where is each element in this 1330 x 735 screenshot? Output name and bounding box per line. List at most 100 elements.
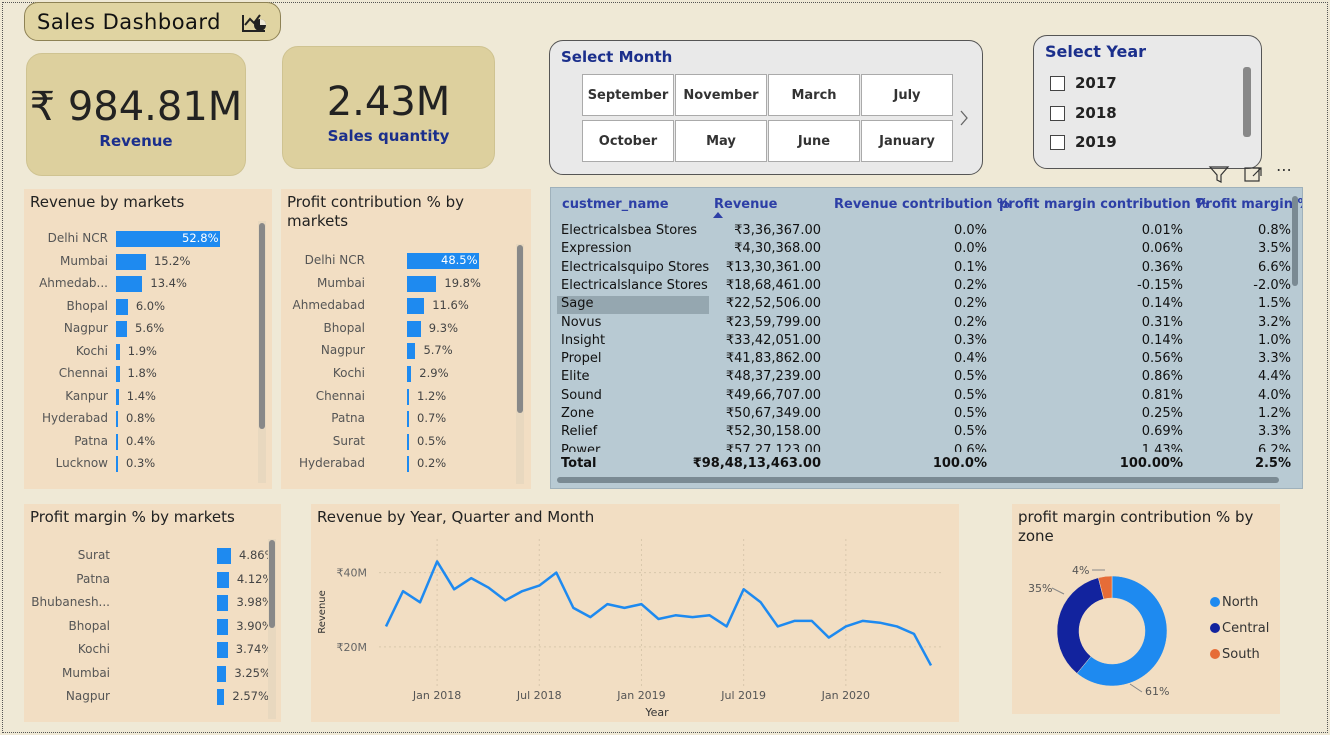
month-button[interactable]: May bbox=[675, 120, 767, 162]
bar[interactable] bbox=[116, 298, 128, 315]
table-row[interactable]: Sage ₹22,52,506.00 0.2% 0.14% 1.5% bbox=[551, 296, 1301, 315]
bar[interactable] bbox=[116, 276, 143, 292]
bar-row[interactable]: Bhopal 6.0% bbox=[24, 298, 264, 317]
checkbox[interactable] bbox=[1050, 105, 1065, 121]
month-button[interactable]: July bbox=[861, 74, 953, 116]
bar[interactable] bbox=[407, 433, 409, 450]
month-button[interactable]: June bbox=[768, 120, 860, 162]
checkbox[interactable] bbox=[1050, 75, 1065, 91]
bar-row[interactable]: Hyderabad 0.2% bbox=[281, 456, 521, 474]
bar[interactable] bbox=[407, 388, 409, 405]
donut-slice[interactable] bbox=[1056, 577, 1105, 674]
bar-row[interactable]: Bhopal 3.90% bbox=[24, 618, 273, 637]
bar[interactable] bbox=[116, 456, 118, 472]
column-header[interactable]: custmer_name bbox=[562, 197, 669, 212]
month-button[interactable]: March bbox=[768, 74, 860, 116]
month-button[interactable]: September bbox=[582, 74, 674, 116]
bar[interactable] bbox=[217, 689, 225, 705]
bar-row[interactable]: Chennai 1.8% bbox=[24, 366, 264, 384]
bar-row[interactable]: Chennai 1.2% bbox=[281, 388, 521, 407]
bar-row[interactable]: Ahmedabad 11.6% bbox=[281, 298, 521, 316]
column-header[interactable]: Profit margin % bbox=[1196, 197, 1302, 212]
bar[interactable] bbox=[407, 320, 421, 337]
year-option[interactable]: 2018 bbox=[1050, 104, 1117, 122]
bar[interactable] bbox=[217, 618, 229, 635]
table-row[interactable]: Novus ₹23,59,799.00 0.2% 0.31% 3.2% bbox=[551, 315, 1301, 333]
bar[interactable] bbox=[217, 595, 229, 611]
bar-row[interactable]: Lucknow 0.3% bbox=[24, 456, 264, 474]
bar-row[interactable]: Delhi NCR 48.5% bbox=[281, 253, 521, 271]
month-button[interactable]: October bbox=[582, 120, 674, 162]
table-row[interactable]: Sound ₹49,66,707.00 0.5% 0.81% 4.0% bbox=[551, 388, 1301, 406]
legend-label[interactable]: North bbox=[1222, 595, 1258, 610]
table-row[interactable]: Expression ₹4,30,368.00 0.0% 0.06% 3.5% bbox=[551, 241, 1301, 259]
bar[interactable] bbox=[116, 343, 120, 360]
legend-marker[interactable] bbox=[1210, 649, 1220, 659]
bar[interactable] bbox=[217, 665, 227, 682]
bar-row[interactable]: Mumbai 19.8% bbox=[281, 275, 521, 294]
focus-mode-icon[interactable] bbox=[1241, 163, 1265, 185]
table-horizontal-scrollbar[interactable] bbox=[557, 477, 1279, 483]
bar[interactable] bbox=[407, 456, 409, 473]
table-row[interactable]: Relief ₹52,30,158.00 0.5% 0.69% 3.3% bbox=[551, 424, 1301, 442]
bar[interactable] bbox=[116, 411, 118, 427]
month-button[interactable]: November bbox=[675, 74, 767, 116]
scrollbar[interactable] bbox=[517, 245, 523, 413]
bar-row[interactable]: Surat 4.86% bbox=[24, 548, 276, 566]
year-option[interactable]: 2019 bbox=[1050, 133, 1117, 151]
column-header[interactable]: profit margin contribution % bbox=[999, 197, 1208, 212]
table-row[interactable]: Electricalsquipo Stores ₹13,30,361.00 0.1%… bbox=[551, 260, 1301, 278]
bar-row[interactable]: Mumbai 15.2% bbox=[24, 253, 264, 272]
legend-label[interactable]: Central bbox=[1222, 621, 1269, 636]
bar-row[interactable]: Hyderabad 0.8% bbox=[24, 411, 264, 429]
bar[interactable] bbox=[116, 388, 119, 405]
bar-row[interactable]: Nagpur 2.57% bbox=[24, 689, 269, 707]
bar[interactable] bbox=[217, 642, 228, 658]
bar-row[interactable]: Kochi 3.74% bbox=[24, 642, 272, 660]
bar-row[interactable]: Patna 4.12% bbox=[24, 571, 273, 590]
bar-row[interactable]: Nagpur 5.6% bbox=[24, 321, 264, 339]
bar[interactable] bbox=[407, 298, 425, 315]
bar-row[interactable]: Ahmedab... 13.4% bbox=[24, 276, 264, 294]
bar[interactable] bbox=[217, 548, 231, 564]
legend-marker[interactable] bbox=[1210, 597, 1220, 607]
table-row[interactable]: Elite ₹48,37,239.00 0.5% 0.86% 4.4% bbox=[551, 369, 1301, 387]
bar[interactable] bbox=[116, 253, 146, 270]
bar-row[interactable]: Delhi NCR 52.8% bbox=[24, 231, 264, 249]
table-row[interactable]: Electricalslance Stores ₹18,68,461.00 0.2%… bbox=[551, 278, 1301, 296]
chevron-right-icon[interactable] bbox=[959, 109, 969, 127]
bar-row[interactable]: Mumbai 3.25% bbox=[24, 665, 271, 684]
revenue-line[interactable] bbox=[384, 560, 933, 667]
column-header[interactable]: Revenue contribution % bbox=[834, 197, 1010, 212]
bar[interactable] bbox=[116, 433, 118, 450]
year-option[interactable]: 2017 bbox=[1050, 74, 1117, 92]
more-options-icon[interactable]: ⋯ bbox=[1276, 160, 1293, 179]
table-row[interactable]: Insight ₹33,42,051.00 0.3% 0.14% 1.0% bbox=[551, 333, 1301, 351]
bar[interactable] bbox=[407, 411, 409, 428]
checkbox[interactable] bbox=[1050, 134, 1065, 150]
bar[interactable] bbox=[407, 275, 437, 292]
table-row[interactable]: Propel ₹41,83,862.00 0.4% 0.56% 3.3% bbox=[551, 351, 1301, 369]
bar[interactable] bbox=[116, 366, 120, 382]
bar[interactable] bbox=[116, 321, 128, 337]
table-row[interactable]: Electricalsbea Stores ₹3,36,367.00 0.0% 0.0… bbox=[551, 223, 1301, 241]
bar-row[interactable]: Bhopal 9.3% bbox=[281, 320, 521, 339]
filter-icon[interactable] bbox=[1207, 163, 1231, 185]
table-vertical-scrollbar[interactable] bbox=[1292, 196, 1298, 286]
bar[interactable] bbox=[217, 571, 229, 588]
bar-row[interactable]: Kanpur 1.4% bbox=[24, 388, 264, 407]
scrollbar[interactable] bbox=[269, 540, 275, 628]
sort-ascending-icon[interactable] bbox=[713, 212, 723, 218]
legend-label[interactable]: South bbox=[1222, 647, 1260, 662]
column-header[interactable]: Revenue bbox=[714, 197, 777, 212]
bar-row[interactable]: Kochi 1.9% bbox=[24, 343, 264, 362]
bar[interactable] bbox=[407, 343, 416, 360]
scrollbar[interactable] bbox=[259, 223, 265, 429]
table-row[interactable]: Zone ₹50,67,349.00 0.5% 0.25% 1.2% bbox=[551, 406, 1301, 424]
year-scrollbar[interactable] bbox=[1243, 67, 1251, 137]
bar[interactable] bbox=[407, 366, 412, 382]
bar-row[interactable]: Patna 0.7% bbox=[281, 411, 521, 429]
bar-row[interactable]: Bhubanesh... 3.98% bbox=[24, 595, 273, 613]
bar-row[interactable]: Nagpur 5.7% bbox=[281, 343, 521, 361]
month-button[interactable]: January bbox=[861, 120, 953, 162]
